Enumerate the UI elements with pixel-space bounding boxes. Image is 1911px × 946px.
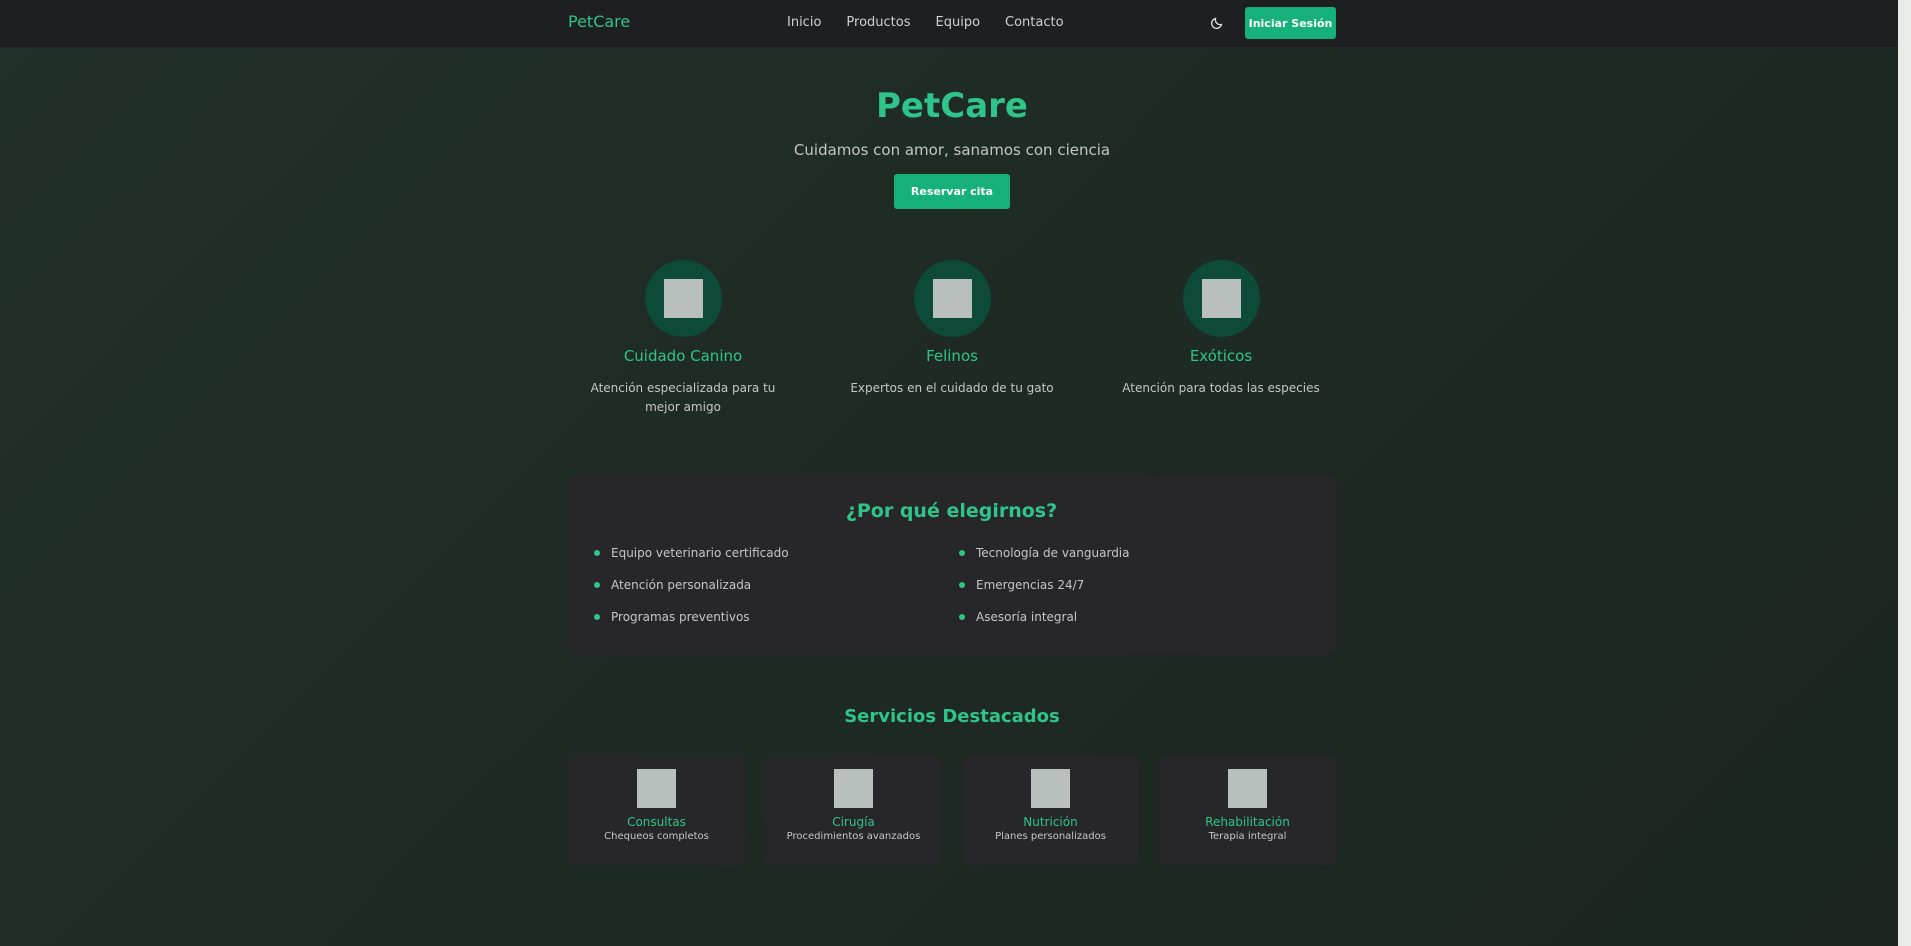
why-choose-us-section: ¿Por qué elegirnos? Equipo veterinario c…: [567, 475, 1336, 655]
feature-title: Felinos: [926, 347, 978, 365]
hero-subtitle: Cuidamos con amor, sanamos con ciencia: [793, 141, 1111, 159]
nav-links: Inicio Productos Equipo Contacto: [787, 15, 1089, 30]
feature-description: Expertos en el cuidado de tu gato: [850, 381, 1054, 395]
service-description: Planes personalizados: [995, 831, 1106, 842]
exotic-pet-image: [1201, 279, 1241, 318]
service-card[interactable]: Rehabilitación Terapia integral: [1159, 755, 1336, 865]
list-item: Emergencias 24/7: [959, 578, 1130, 610]
brand-logo[interactable]: PetCare: [568, 12, 630, 31]
service-title: Nutrición: [1023, 815, 1078, 829]
nav-link-productos[interactable]: Productos: [846, 15, 910, 30]
service-image: [637, 769, 676, 808]
book-appointment-button[interactable]: Reservar cita: [894, 174, 1010, 209]
list-item: Programas preventivos: [594, 610, 789, 642]
nav-link-equipo[interactable]: Equipo: [936, 15, 981, 30]
feature-description: Atención para todas las especies: [1122, 381, 1320, 395]
why-title: ¿Por qué elegirnos?: [845, 500, 1058, 522]
feature-card: Exóticos Atención para todas las especie…: [1111, 260, 1331, 398]
service-image: [1031, 769, 1070, 808]
service-title: Rehabilitación: [1205, 815, 1290, 829]
service-card[interactable]: Cirugía Procedimientos avanzados: [765, 755, 942, 865]
feature-icon-circle: [644, 260, 722, 337]
feature-card: Felinos Expertos en el cuidado de tu gat…: [842, 260, 1062, 398]
service-card[interactable]: Nutrición Planes personalizados: [962, 755, 1139, 865]
service-description: Chequeos completos: [604, 831, 709, 842]
top-navbar: PetCare Inicio Productos Equipo Contacto…: [0, 0, 1898, 48]
nav-link-inicio[interactable]: Inicio: [787, 15, 821, 30]
feature-card: Cuidado Canino Atención especializada pa…: [573, 260, 793, 417]
feature-icon-circle: [913, 260, 991, 337]
list-item: Asesoría integral: [959, 610, 1130, 642]
services-title: Servicios Destacados: [844, 706, 1060, 727]
cat-image: [932, 279, 972, 318]
service-title: Cirugía: [832, 815, 875, 829]
login-button[interactable]: Iniciar Sesión: [1245, 7, 1336, 39]
service-description: Terapia integral: [1208, 831, 1287, 842]
hero-title: PetCare: [876, 86, 1028, 126]
why-list-right: Tecnología de vanguardia Emergencias 24/…: [959, 546, 1130, 642]
feature-title: Cuidado Canino: [623, 347, 743, 365]
feature-icon-circle: [1182, 260, 1260, 337]
service-title: Consultas: [627, 815, 686, 829]
service-image: [834, 769, 873, 808]
dog-image: [663, 279, 703, 318]
list-item: Atención personalizada: [594, 578, 789, 610]
list-item: Tecnología de vanguardia: [959, 546, 1130, 578]
feature-description: Atención especializada para tu mejor ami…: [590, 381, 776, 414]
service-description: Procedimientos avanzados: [786, 831, 921, 842]
list-item: Equipo veterinario certificado: [594, 546, 789, 578]
service-card[interactable]: Consultas Chequeos completos: [568, 755, 745, 865]
why-list-left: Equipo veterinario certificado Atención …: [594, 546, 789, 642]
service-image: [1228, 769, 1267, 808]
feature-title: Exóticos: [1189, 347, 1253, 365]
nav-link-contacto[interactable]: Contacto: [1005, 15, 1064, 30]
moon-icon[interactable]: [1210, 14, 1226, 30]
